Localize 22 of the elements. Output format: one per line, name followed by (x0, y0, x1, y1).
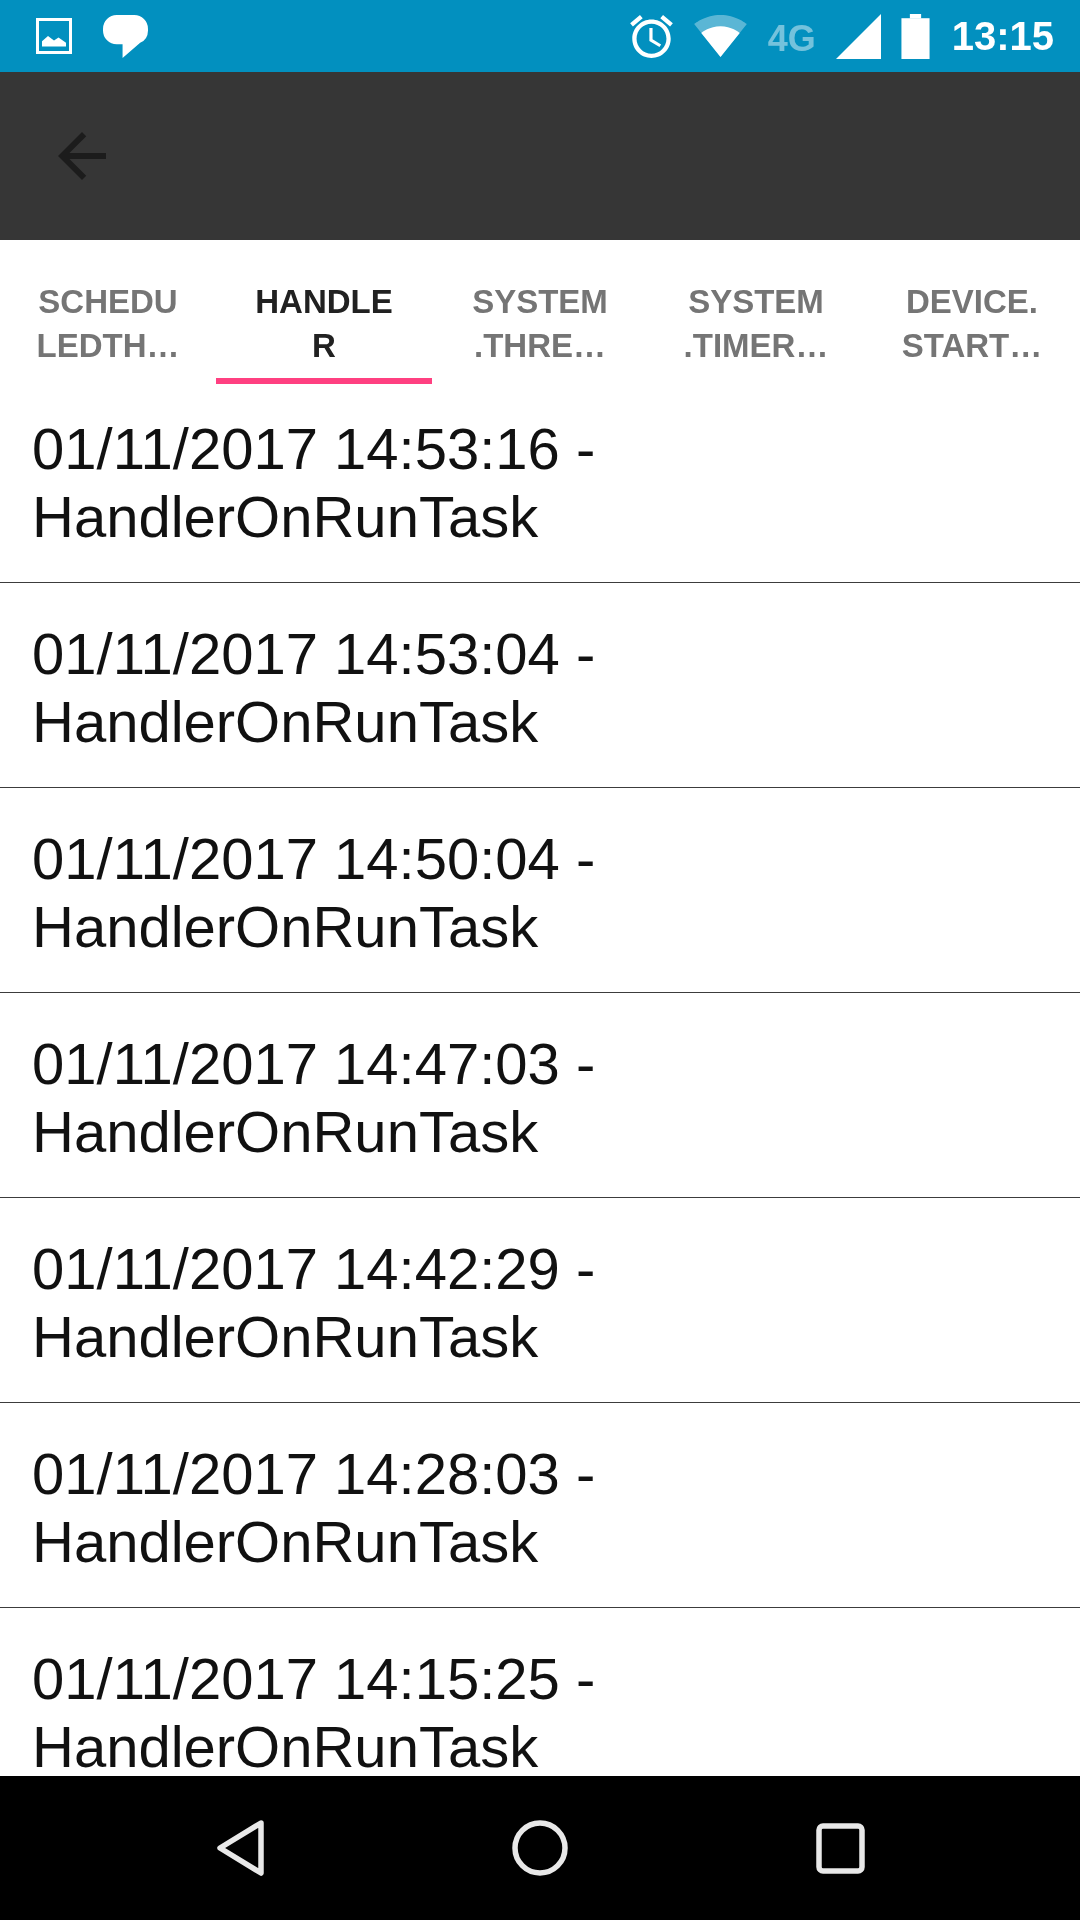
log-entry-text: 01/11/2017 14:47:03 - HandlerOnRunTask (32, 1030, 597, 1166)
tab[interactable]: DEVICE. START… (864, 240, 1080, 384)
log-entry-text: 01/11/2017 14:53:16 - HandlerOnRunTask (32, 415, 597, 551)
log-entry-text: 01/11/2017 14:50:04 - HandlerOnRunTask (32, 825, 597, 961)
wifi-icon (692, 15, 748, 57)
chat-bubble-icon (103, 14, 148, 58)
log-entry-text: 01/11/2017 14:15:25 - HandlerOnRunTask (32, 1645, 597, 1776)
network-type-label: 4G (767, 20, 816, 57)
log-entry-text: 01/11/2017 14:28:03 - HandlerOnRunTask (32, 1440, 597, 1576)
alarm-clock-icon (629, 14, 673, 58)
status-time: 13:15 (951, 16, 1054, 56)
tab[interactable]: SYSTEM .THRE… (432, 240, 648, 384)
back-icon[interactable] (216, 1820, 264, 1876)
recents-icon[interactable] (815, 1822, 865, 1874)
signal-icon (835, 13, 881, 59)
tab[interactable]: SYSTEM .TIMER… (648, 240, 864, 384)
log-entry-text: 01/11/2017 14:53:04 - HandlerOnRunTask (32, 620, 597, 756)
image-icon (36, 18, 72, 54)
tab[interactable]: SCHEDU LEDTH… (0, 240, 216, 384)
home-icon[interactable] (512, 1820, 568, 1876)
battery-icon (900, 13, 930, 59)
log-entry-text: 01/11/2017 14:42:29 - HandlerOnRunTask (32, 1235, 597, 1371)
